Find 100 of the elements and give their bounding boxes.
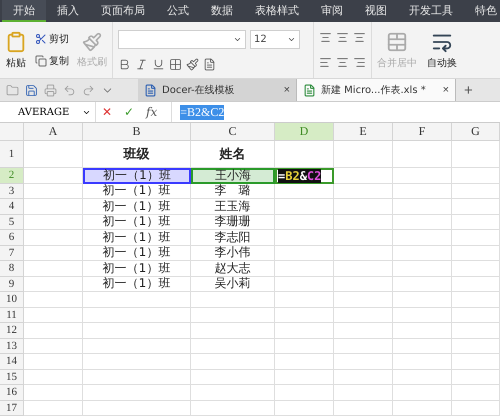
table-cell: 李珊珊 [191,214,275,230]
table-cell: 李志阳 [191,230,275,246]
row-header[interactable]: 12 [0,323,24,338]
menu-tab[interactable]: 审阅 [310,0,354,22]
table-cell: 初一（1）班 [83,276,191,292]
align-left-icon[interactable] [319,56,332,69]
table-cell [275,308,334,323]
table-cell [24,292,83,308]
table-cell [24,338,83,354]
column-header[interactable]: E [334,123,393,141]
table-cell [334,292,393,308]
column-header[interactable]: G [452,123,500,141]
table-cell [275,230,334,246]
name-box[interactable]: AVERAGE [0,102,96,122]
row-header[interactable]: 11 [0,308,24,323]
menu-tab[interactable]: 特色 [464,0,500,22]
menu-tab[interactable]: 开始 [2,0,46,22]
menu-tab[interactable]: 插入 [46,0,90,22]
font-size-field[interactable]: 12 [250,30,300,48]
table-cell [452,308,500,323]
align-right-icon[interactable] [353,56,366,69]
table-cell: 班级 [83,141,191,168]
table-cell [334,168,393,184]
paintbrush-icon [82,32,102,52]
cancel-button[interactable]: ✕ [96,105,118,119]
row-header[interactable]: 3 [0,184,24,199]
bold-icon[interactable] [118,58,131,70]
table-cell [275,199,334,214]
column-header[interactable]: B [83,123,191,141]
row-header[interactable]: 1 [0,141,24,168]
document-tab[interactable]: Docer-在线模板 × [138,79,297,101]
table-cell [393,246,452,261]
column-header[interactable]: A [24,123,83,141]
table-cell [275,385,334,400]
paintbrush-icon[interactable] [186,58,199,70]
align-center-icon[interactable] [336,56,349,69]
save-icon[interactable] [25,84,38,96]
insert-function-button[interactable]: fx [140,105,164,119]
table-cell [275,292,334,308]
font-name-field[interactable] [118,30,246,48]
table-cell [334,400,393,416]
row-header[interactable]: 9 [0,276,24,292]
border-icon[interactable] [169,58,182,70]
row-header[interactable]: 4 [0,199,24,214]
menu-tab[interactable]: 表格样式 [244,0,310,22]
row-header[interactable]: 17 [0,400,24,416]
table-cell [452,261,500,276]
menu-tab[interactable]: 视图 [354,0,398,22]
menu-tab[interactable]: 页面布局 [90,0,156,22]
row-header[interactable]: 8 [0,261,24,276]
cut-button[interactable]: 剪切 [33,32,71,46]
table-cell [452,276,500,292]
copy-button[interactable]: 复制 [33,54,71,68]
underline-icon[interactable] [152,58,165,70]
column-header[interactable]: F [393,123,452,141]
table-cell [452,168,500,184]
new-tab-button[interactable]: + [456,79,481,101]
menu-tab[interactable]: 开发工具 [398,0,464,22]
table-cell [452,230,500,246]
table-cell [393,338,452,354]
table-cell [275,261,334,276]
table-cell: 初一（1）班 [83,261,191,276]
close-button[interactable]: × [442,84,449,96]
table-cell [393,323,452,338]
table-cell [275,214,334,230]
row-header[interactable]: 13 [0,338,24,354]
table-cell [24,141,83,168]
table-cell: 李小伟 [191,246,275,261]
table-cell: 赵大志 [191,261,275,276]
table-cell [24,276,83,292]
close-button[interactable]: × [284,84,290,96]
table-cell [334,276,393,292]
row-header[interactable]: 15 [0,370,24,385]
row-header[interactable]: 16 [0,385,24,400]
row-header[interactable]: 5 [0,214,24,230]
row-header[interactable]: 14 [0,354,24,370]
table-cell [452,323,500,338]
column-header[interactable]: C [191,123,275,141]
table-cell [24,246,83,261]
row-header[interactable]: 7 [0,246,24,261]
table-cell: 姓名 [191,141,275,168]
document-tab[interactable]: 新建 Micro...作表.xls * × [297,79,456,101]
table-cell [334,261,393,276]
table-cell: 初一（1）班 [83,214,191,230]
table-cell: 王玉海 [191,199,275,214]
table-cell [275,338,334,354]
table-cell [393,168,452,184]
paste-button[interactable]: 粘贴 [5,30,27,70]
row-header[interactable]: 10 [0,292,24,308]
enter-button[interactable]: ✓ [118,105,140,119]
row-header[interactable]: 6 [0,230,24,246]
table-cell [393,184,452,199]
table-cell: 初一（1）班 [83,199,191,214]
menu-tab[interactable]: 公式 [156,0,200,22]
menu-tab[interactable]: 数据 [200,0,244,22]
table-cell [275,246,334,261]
cell-editor[interactable]: =B2&C2 [275,168,334,184]
wrap-text-button[interactable]: 自动换 [427,30,457,70]
italic-icon[interactable] [135,58,148,70]
table-cell [393,199,452,214]
